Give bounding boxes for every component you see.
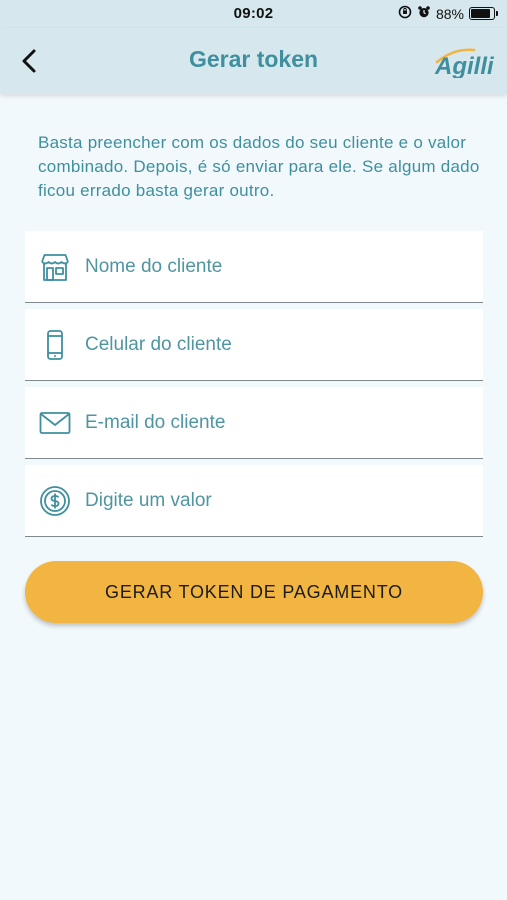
page-title: Gerar token (188, 46, 319, 72)
alarm-icon (417, 5, 431, 22)
client-phone-input[interactable] (85, 324, 465, 365)
client-phone-field[interactable] (25, 309, 483, 381)
client-form (25, 231, 483, 537)
storefront-icon (38, 250, 72, 284)
status-bar: 09:02 88% (0, 0, 507, 28)
battery-icon (469, 7, 498, 20)
intro-text: Basta preencher com os dados do seu clie… (38, 133, 480, 200)
client-name-input[interactable] (85, 246, 465, 287)
amount-input[interactable] (85, 480, 465, 521)
battery-percentage: 88% (435, 5, 464, 22)
client-name-field[interactable] (25, 231, 483, 303)
status-indicators: 88% (398, 5, 498, 22)
client-email-input[interactable] (85, 402, 465, 443)
brand-name: Agilli (434, 53, 495, 78)
smartphone-icon (38, 328, 72, 362)
screen: 09:02 88% Gerar token Agilli Basta preen… (0, 0, 507, 900)
amount-field[interactable] (25, 465, 483, 537)
orientation-lock-icon (398, 5, 412, 22)
nav-bar: Gerar token Agilli (0, 28, 507, 94)
generate-token-button[interactable]: GERAR TOKEN DE PAGAMENTO (25, 561, 483, 623)
mail-icon (38, 406, 72, 440)
dollar-circle-icon (38, 484, 72, 518)
brand-logo: Agilli (434, 42, 496, 80)
client-email-field[interactable] (25, 387, 483, 459)
battery-level (471, 9, 491, 18)
